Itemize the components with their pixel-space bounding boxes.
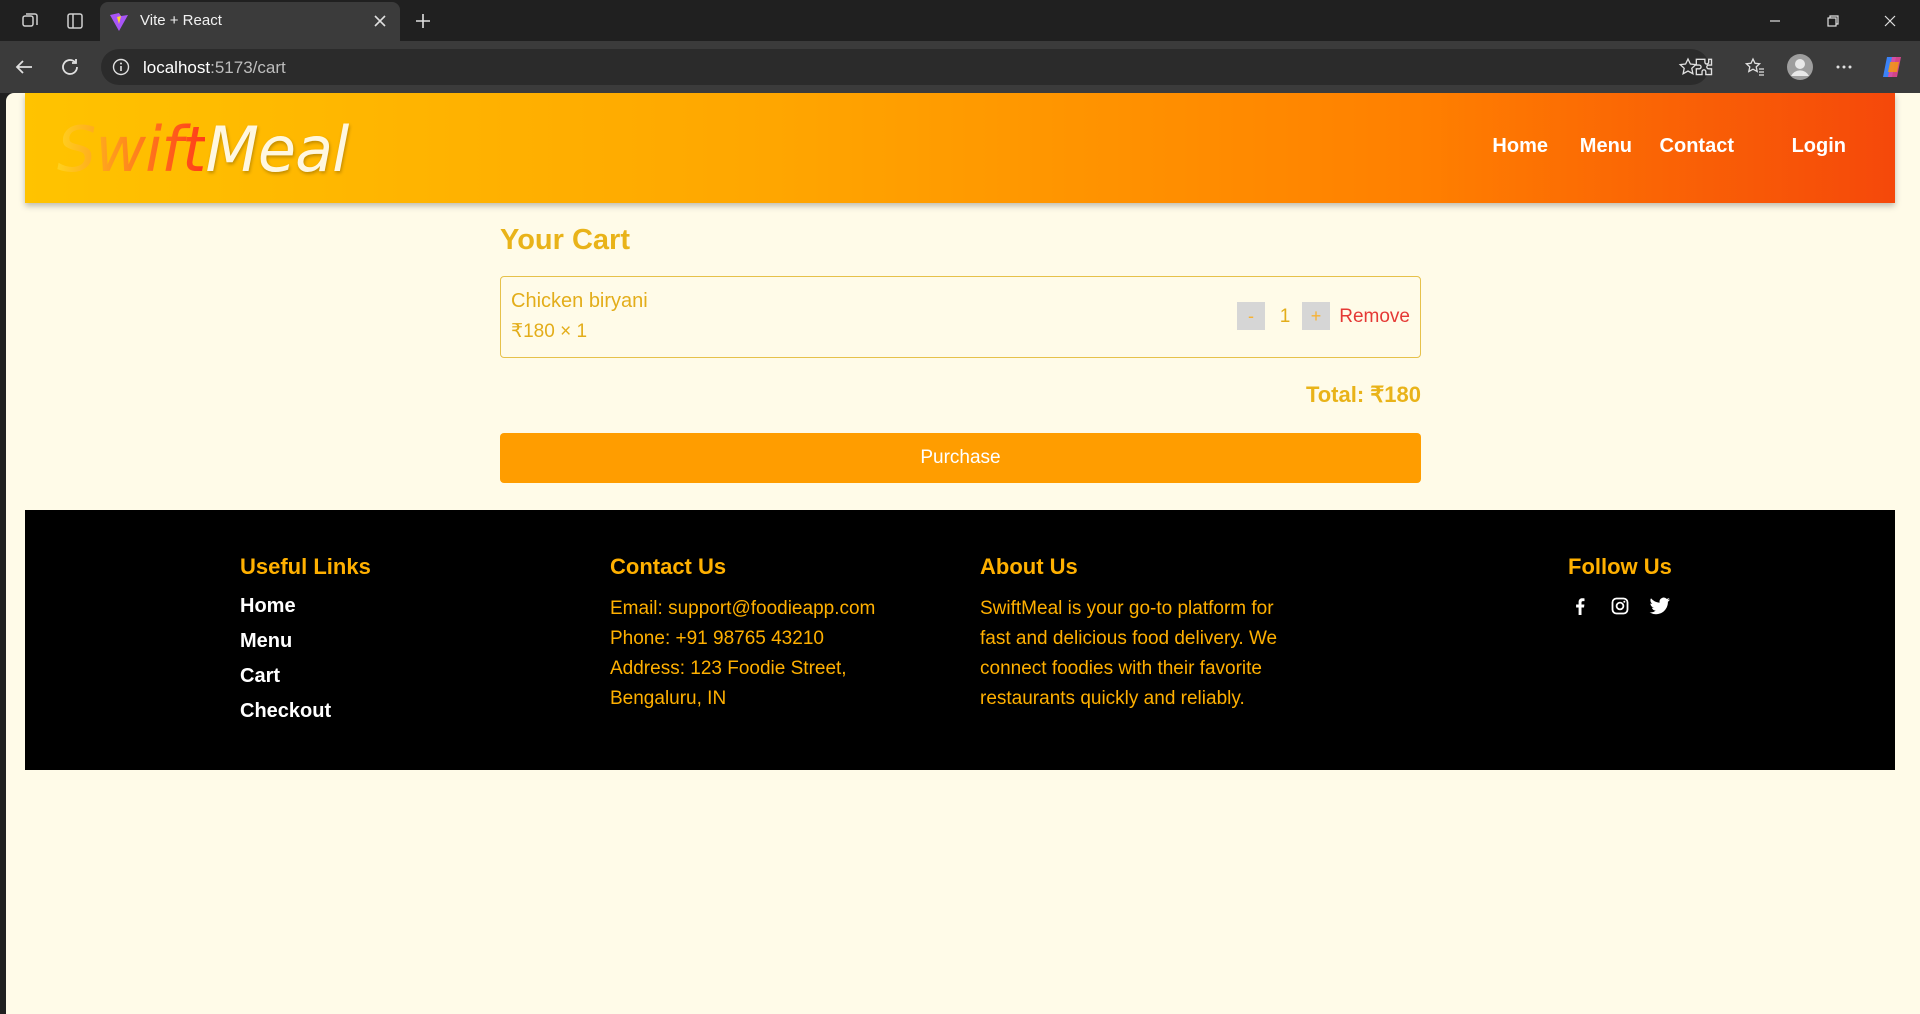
footer-heading-about: About Us <box>980 554 1078 579</box>
browser-tab-bar: Vite + React <box>0 0 1920 41</box>
refresh-icon[interactable] <box>56 53 84 81</box>
twitter-icon[interactable] <box>1648 594 1672 618</box>
url-path: :5173/cart <box>210 58 286 77</box>
purchase-button[interactable]: Purchase <box>500 433 1421 483</box>
footer-about: About Us SwiftMeal is your go-to platfor… <box>980 554 1277 714</box>
remove-item-button[interactable]: Remove <box>1339 306 1410 328</box>
contact-phone: Phone: +91 98765 43210 <box>610 628 824 649</box>
workspaces-icon[interactable] <box>17 8 43 34</box>
item-name: Chicken biryani <box>511 290 648 312</box>
cart-total: Total: ₹180 <box>1305 382 1421 407</box>
nav-menu[interactable]: Menu <box>1580 135 1632 158</box>
footer-heading-useful-links: Useful Links <box>240 554 371 579</box>
url-input[interactable]: localhost:5173/cart <box>101 49 1709 85</box>
site-header: SwiftMeal Home Menu Contact Login <box>25 93 1895 203</box>
footer-useful-links: Useful Links Home Menu Cart Checkout <box>240 554 371 734</box>
about-text-line: fast and delicious food delivery. We <box>980 628 1278 649</box>
footer-link-menu[interactable]: Menu <box>240 629 371 664</box>
about-text-line: connect foodies with their favorite <box>980 658 1262 679</box>
nav-contact[interactable]: Contact <box>1660 135 1734 158</box>
footer-follow: Follow Us <box>1568 554 1672 618</box>
footer-contact: Contact Us Email: support@foodieapp.com … <box>610 554 875 714</box>
vite-icon <box>108 11 130 33</box>
site-logo[interactable]: SwiftMeal <box>57 113 349 186</box>
logo-meal: Meal <box>205 113 349 186</box>
decrease-quantity-button[interactable]: - <box>1237 302 1265 330</box>
url-host: localhost <box>143 58 211 77</box>
footer-heading-follow: Follow Us <box>1568 554 1672 579</box>
footer-link-cart[interactable]: Cart <box>240 664 371 699</box>
facebook-icon[interactable] <box>1568 594 1592 618</box>
item-price: ₹180 × 1 <box>511 321 588 342</box>
increase-quantity-button[interactable]: + <box>1302 302 1330 330</box>
close-tab-icon[interactable] <box>370 11 390 31</box>
footer-heading-contact: Contact Us <box>610 554 727 579</box>
profile-avatar-icon[interactable] <box>1785 52 1815 82</box>
cart-item: Chicken biryani ₹180 × 1 - 1 + Remove <box>500 276 1421 358</box>
tab-title: Vite + React <box>140 12 222 29</box>
nav-home[interactable]: Home <box>1492 135 1548 158</box>
nav-login[interactable]: Login <box>1792 135 1846 158</box>
contact-address-line1: Address: 123 Foodie Street, <box>610 658 847 679</box>
vertical-tabs-icon[interactable] <box>62 8 88 34</box>
about-text-line: restaurants quickly and reliably. <box>980 688 1245 709</box>
minimize-icon[interactable] <box>1753 6 1797 36</box>
footer-link-home[interactable]: Home <box>240 594 371 629</box>
footer-link-checkout[interactable]: Checkout <box>240 699 371 734</box>
page-viewport: SwiftMeal Home Menu Contact Login Your C… <box>6 93 1920 1014</box>
favorites-icon[interactable] <box>1740 52 1770 82</box>
restore-icon[interactable] <box>1811 6 1855 36</box>
page-title: Your Cart <box>500 224 630 256</box>
cart-section: Your Cart Chicken biryani ₹180 × 1 - 1 +… <box>500 224 1421 483</box>
social-icons <box>1568 594 1672 618</box>
more-options-icon[interactable] <box>1829 52 1859 82</box>
logo-swift: Swift <box>57 113 206 186</box>
extensions-icon[interactable] <box>1689 52 1719 82</box>
instagram-icon[interactable] <box>1608 594 1632 618</box>
contact-email: Email: support@foodieapp.com <box>610 598 876 619</box>
item-quantity: 1 <box>1279 306 1291 327</box>
new-tab-icon[interactable] <box>410 8 436 34</box>
url-text: localhost:5173/cart <box>143 58 286 78</box>
copilot-icon[interactable] <box>1878 52 1908 82</box>
contact-address-line2: Bengaluru, IN <box>610 688 727 709</box>
close-window-icon[interactable] <box>1868 6 1912 36</box>
address-bar: localhost:5173/cart <box>0 41 1920 93</box>
site-info-icon[interactable] <box>111 57 131 77</box>
browser-tab-active[interactable]: Vite + React <box>100 2 400 41</box>
about-text-line: SwiftMeal is your go-to platform for <box>980 598 1274 619</box>
back-icon[interactable] <box>10 53 38 81</box>
site-footer: Useful Links Home Menu Cart Checkout Con… <box>25 510 1895 770</box>
